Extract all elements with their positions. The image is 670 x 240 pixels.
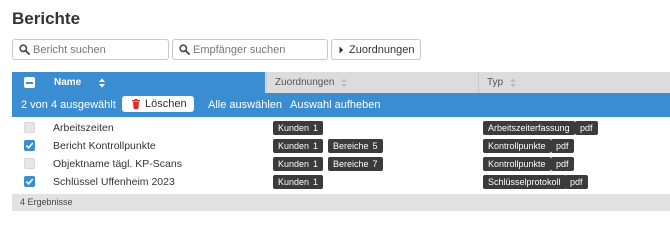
tag-count: 7	[372, 159, 378, 169]
sort-icon[interactable]	[99, 78, 105, 88]
format-tag: pdf	[551, 139, 574, 153]
report-name: Schlüssel Uffenheim 2023	[53, 176, 175, 188]
assignments-button[interactable]: Zuordnungen	[331, 39, 421, 60]
column-header-assignments[interactable]: Zuordnungen	[266, 72, 478, 93]
report-name: Arbeitszeiten	[53, 122, 114, 134]
selection-bar: 2 von 4 ausgewählt Löschen Alle auswähle…	[12, 93, 670, 117]
format-tag: pdf	[565, 175, 588, 189]
search-icon	[179, 44, 190, 55]
trash-icon	[132, 99, 140, 109]
type-tag: Schlüsselprotokoll	[483, 175, 566, 189]
select-all-link[interactable]: Alle auswählen	[208, 99, 282, 111]
tag-label: Bereiche	[333, 159, 369, 169]
search-icon	[19, 44, 30, 55]
column-header-name[interactable]: Name	[46, 72, 265, 93]
table-row[interactable]: Bericht Kontrollpunkte Kunden 1 Bereiche 5…	[12, 137, 670, 155]
page-title: Berichte	[12, 9, 81, 28]
recipient-search-field[interactable]	[172, 39, 328, 60]
table-footer: 4 Ergebnisse	[12, 194, 670, 211]
delete-button-label: Löschen	[145, 98, 187, 110]
tag-label: Kunden	[278, 141, 310, 151]
recipient-search-input[interactable]	[193, 41, 323, 58]
bereiche-tag[interactable]: Bereiche 7	[328, 157, 383, 171]
tag-count: 1	[313, 123, 319, 133]
type-tag: Kontrollpunkte	[483, 139, 551, 153]
row-checkbox[interactable]	[24, 140, 35, 151]
format-tag: pdf	[551, 157, 574, 171]
column-header-type[interactable]: Typ	[478, 72, 670, 93]
selection-count: 2 von 4 ausgewählt	[21, 99, 116, 111]
row-checkbox[interactable]	[24, 176, 35, 187]
sort-icon[interactable]	[510, 78, 516, 88]
check-icon	[25, 142, 34, 149]
check-icon	[25, 178, 34, 185]
report-name: Objektname tägl. KP-Scans	[53, 158, 182, 170]
tag-label: Kunden	[278, 177, 310, 187]
column-name-label: Name	[54, 77, 82, 88]
table-row[interactable]: Schlüssel Uffenheim 2023 Kunden 1 Schlüss…	[12, 173, 670, 191]
report-name: Bericht Kontrollpunkte	[53, 140, 156, 152]
tag-label: Kunden	[278, 159, 310, 169]
column-type-label: Typ	[487, 77, 504, 88]
report-search-field[interactable]	[12, 39, 169, 60]
kunden-tag[interactable]: Kunden 1	[273, 157, 324, 171]
tag-label: Kunden	[278, 123, 310, 133]
result-count: 4 Ergebnisse	[20, 197, 73, 207]
reports-table: Name Zuordnungen Typ 2 von 4 ausgewählt	[12, 72, 670, 211]
delete-button[interactable]: Löschen	[122, 96, 194, 112]
sort-icon[interactable]	[341, 78, 347, 88]
select-all-checkbox-cell[interactable]	[12, 72, 46, 93]
type-tag: Kontrollpunkte	[483, 157, 551, 171]
kunden-tag[interactable]: Kunden 1	[273, 121, 324, 135]
row-checkbox[interactable]	[24, 122, 35, 133]
column-assignments-label: Zuordnungen	[275, 77, 335, 88]
table-row[interactable]: Objektname tägl. KP-Scans Kunden 1 Bereic…	[12, 155, 670, 173]
table-header: Name Zuordnungen Typ	[12, 72, 670, 93]
format-tag: pdf	[575, 121, 598, 135]
kunden-tag[interactable]: Kunden 1	[273, 139, 324, 153]
tag-label: Bereiche	[333, 141, 369, 151]
tag-count: 1	[313, 177, 319, 187]
assignments-button-label: Zuordnungen	[349, 44, 415, 56]
deselect-link[interactable]: Auswahl aufheben	[290, 99, 381, 111]
tag-count: 5	[372, 141, 378, 151]
bereiche-tag[interactable]: Bereiche 5	[328, 139, 383, 153]
minus-icon[interactable]	[24, 77, 35, 88]
chevron-right-icon	[339, 46, 344, 54]
kunden-tag[interactable]: Kunden 1	[273, 175, 324, 189]
table-row[interactable]: Arbeitszeiten Kunden 1 Arbeitszeiterfassu…	[12, 119, 670, 137]
tag-count: 1	[313, 141, 319, 151]
row-checkbox[interactable]	[24, 158, 35, 169]
report-search-input[interactable]	[33, 41, 164, 58]
type-tag: Arbeitszeiterfassung	[483, 121, 575, 135]
tag-count: 1	[313, 159, 319, 169]
